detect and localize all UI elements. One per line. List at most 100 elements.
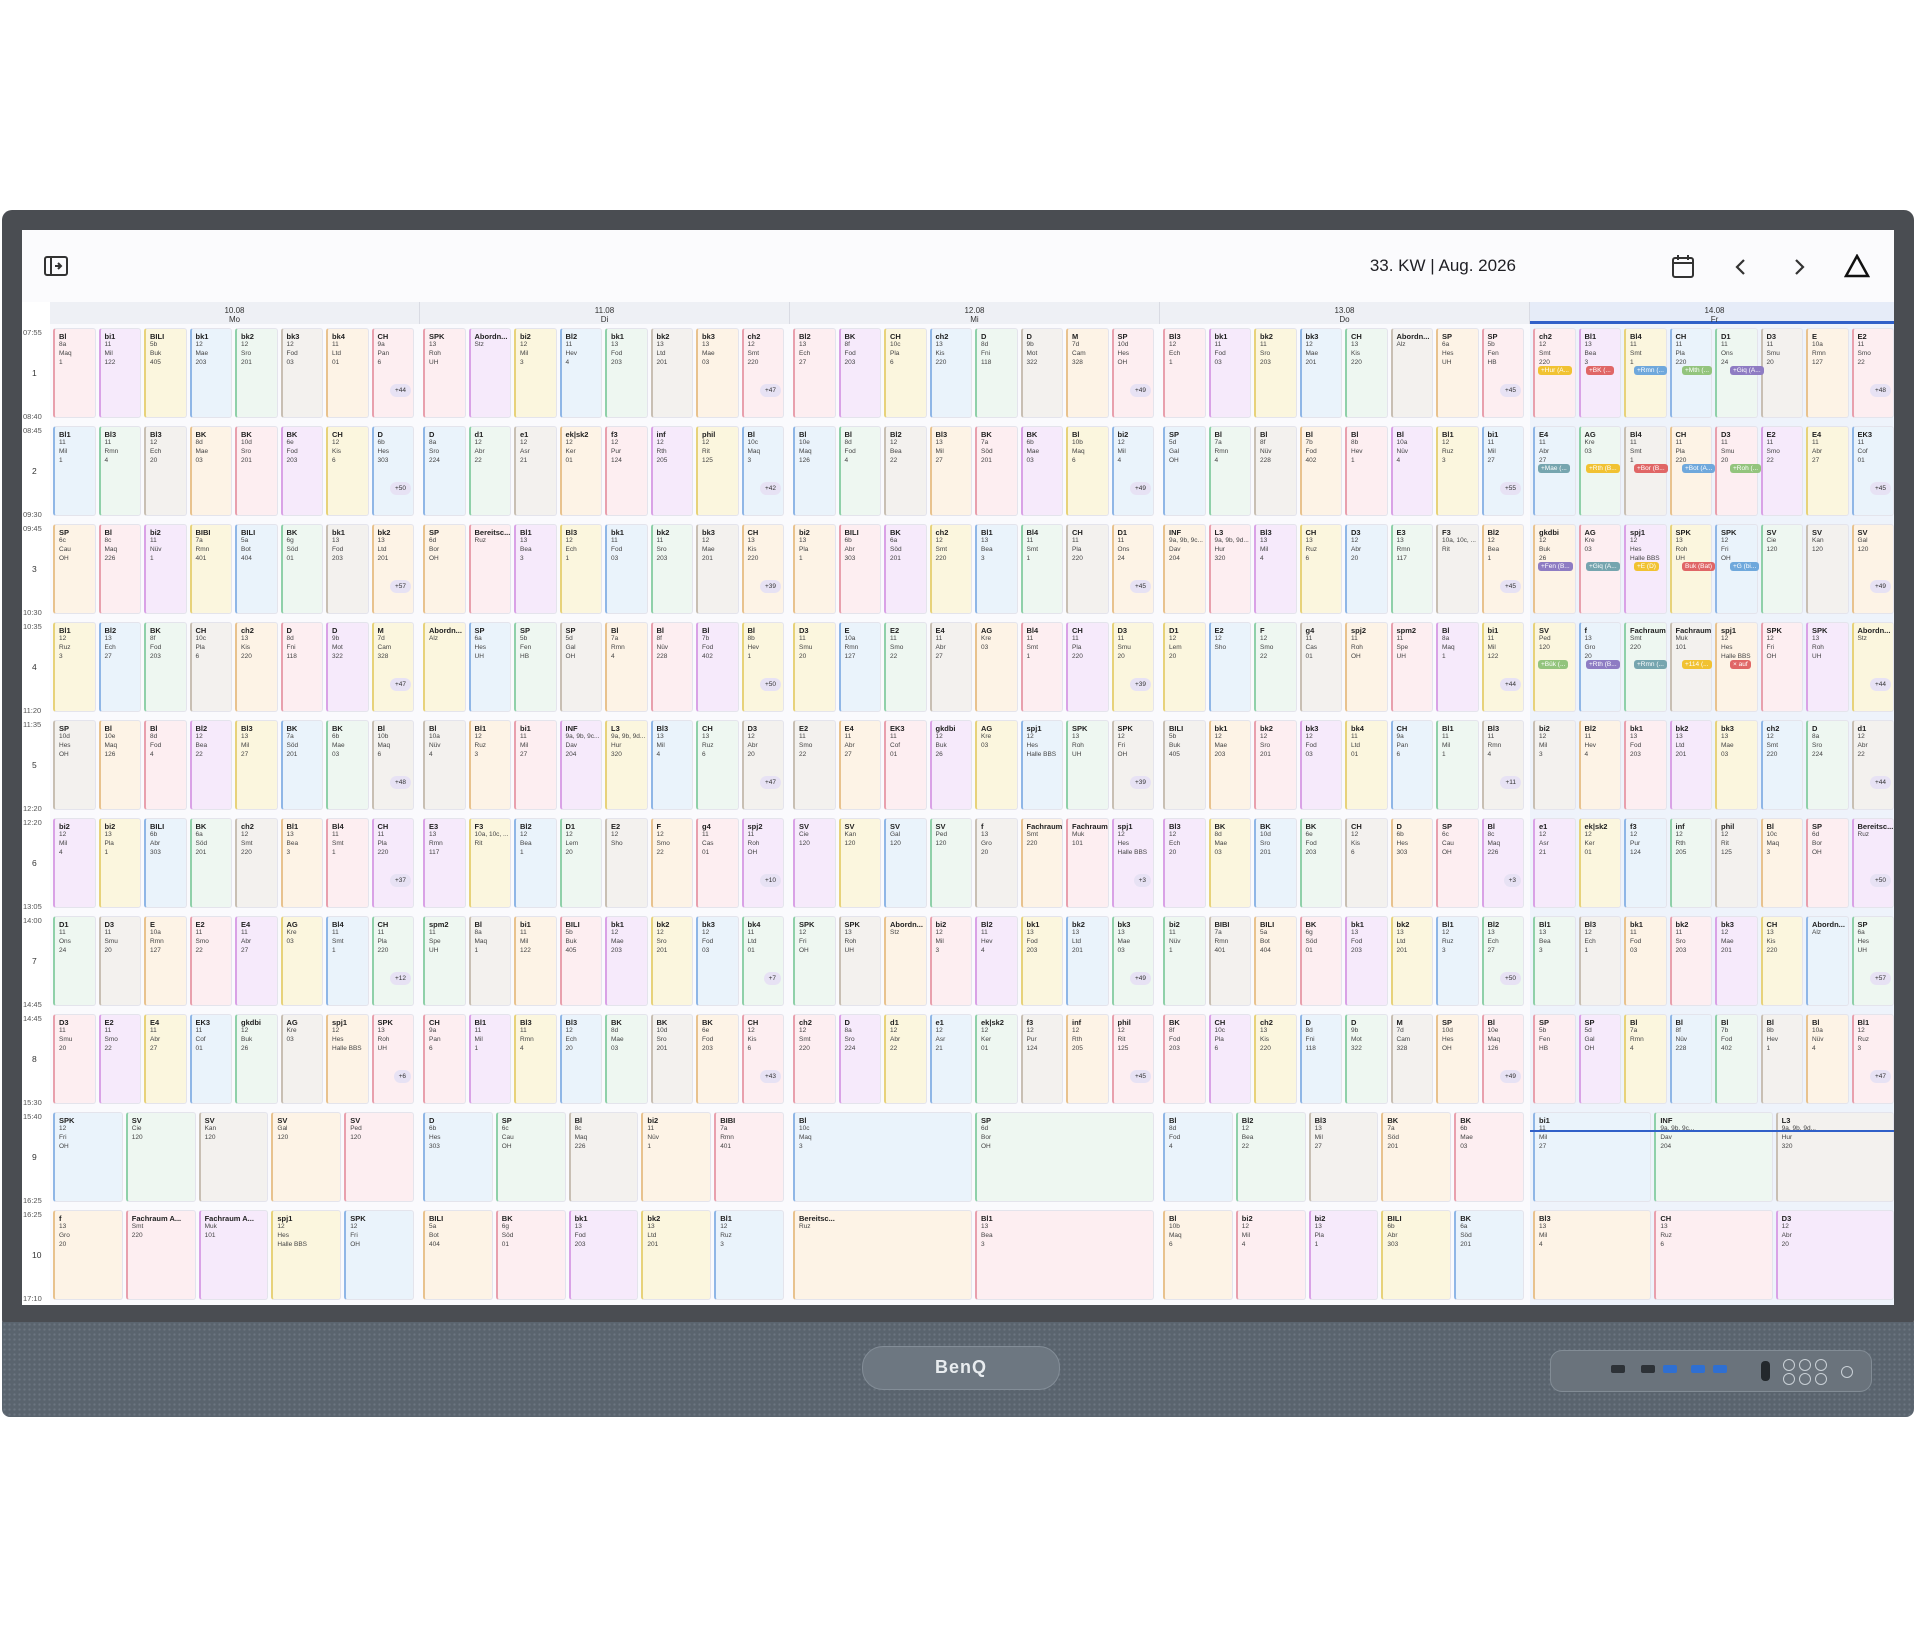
lesson-card[interactable]: Bl1 12 Ruz 3 [714, 1210, 784, 1300]
lesson-card[interactable]: d1 12 Abr 22 [884, 1014, 927, 1104]
lesson-card[interactable]: Bl 8d Fod 4 [144, 720, 187, 810]
lesson-card[interactable]: Bl 10c Maq 3 [1760, 818, 1803, 908]
lesson-card[interactable]: E2 11 Smo 22 [189, 916, 232, 1006]
lesson-card[interactable]: E4 11 Abr 27 [1806, 426, 1849, 516]
lesson-card[interactable]: SP 6a Hes UH [1436, 328, 1479, 418]
more-lessons-badge[interactable]: +57 [1869, 972, 1891, 985]
lesson-card[interactable]: BILI 5b Buk 405 [1163, 720, 1206, 810]
lesson-card[interactable]: Bl4 11 Smt 1 [326, 916, 369, 1006]
lesson-card[interactable]: bk1 13 Fod 203 [1345, 916, 1388, 1006]
lesson-card[interactable]: BK 7a Söd 201 [280, 720, 323, 810]
lesson-card[interactable]: gkdbi 12 Buk 26 [235, 1014, 278, 1104]
lesson-card[interactable]: CH 12 Kis 6 [1345, 818, 1388, 908]
lesson-card[interactable]: Bl3 12 Ech 20 [1163, 818, 1206, 908]
lesson-card[interactable]: D3 11 Smu 20 [1760, 328, 1803, 418]
more-lessons-badge[interactable]: +37 [389, 874, 411, 887]
lesson-card[interactable]: E2 11 Smo 22 [98, 1014, 141, 1104]
lesson-card[interactable]: Bl 7a Rmn 4 [605, 622, 648, 712]
control-button[interactable] [1841, 1366, 1853, 1378]
lesson-card[interactable]: Bl 8c Maq 226 +3 [1481, 818, 1524, 908]
lesson-card[interactable]: BK 8f Fod 203 [838, 328, 881, 418]
lesson-card[interactable]: Bl 8a Maq 1 [53, 328, 96, 418]
lesson-card[interactable]: Abordn... Stz [468, 328, 511, 418]
lesson-card[interactable]: Bl 8f Nüv 228 [1254, 426, 1297, 516]
lesson-card[interactable]: bk4 11 Ltd 01 [326, 328, 369, 418]
lesson-card[interactable]: bk1 12 Mae 203 [189, 328, 232, 418]
lesson-card[interactable]: SV Gal 120 [884, 818, 927, 908]
lesson-card[interactable]: f 13 Gro 20 [975, 818, 1018, 908]
lesson-card[interactable]: ch2 12 Smt 220 [793, 1014, 836, 1104]
lesson-card[interactable]: CH 11 Pla 220 +12 [371, 916, 414, 1006]
lesson-card[interactable]: D1 12 Lem 20 [1163, 622, 1206, 712]
lesson-card[interactable]: CH 13 Ruz 6 [1654, 1210, 1773, 1300]
lesson-card[interactable]: bi1 11 Mil 27 [514, 720, 557, 810]
calendar-icon[interactable] [1672, 254, 1694, 283]
lesson-card[interactable]: Bl1 11 Mil 1 [53, 426, 96, 516]
lesson-card[interactable]: SPK 12 Fri OH [344, 1210, 414, 1300]
more-lessons-badge[interactable]: +49 [1129, 972, 1151, 985]
lesson-card[interactable]: Bl3 12 Ech 1 [559, 524, 602, 614]
lesson-card[interactable]: d1 12 Abr 22 [468, 426, 511, 516]
lesson-card[interactable]: Bl3 11 Rmn 4 +11 [1481, 720, 1524, 810]
lesson-card[interactable]: Bl1 13 Bea 3 [280, 818, 323, 908]
lesson-card[interactable]: BK 7a Söd 201 [1381, 1112, 1452, 1202]
lesson-card[interactable]: E2 11 Smo 22 [1760, 426, 1803, 516]
lesson-card[interactable]: bk3 12 Mae 201 [1299, 328, 1342, 418]
lesson-card[interactable]: SV Cie 120 [793, 818, 836, 908]
lesson-card[interactable]: Bl 8f Nüv 228 [650, 622, 693, 712]
substitution-chip[interactable]: +Rth (B... [1586, 464, 1620, 473]
lesson-card[interactable]: SPK 12 Fri OH +39 [1111, 720, 1154, 810]
lesson-card[interactable]: g4 11 Cas 01 [696, 818, 739, 908]
lesson-card[interactable]: Bl2 12 Bea 22 [884, 426, 927, 516]
lesson-card[interactable]: E3 13 Rmn 117 [1390, 524, 1433, 614]
lesson-card[interactable]: bi2 12 Mil 4 [53, 818, 96, 908]
lesson-card[interactable]: M 7d Cam 328 [1066, 328, 1109, 418]
lesson-card[interactable]: Fachraum A...Muk101 [198, 1210, 269, 1300]
lesson-card[interactable]: bi2 11 Nüv 1 [144, 524, 187, 614]
lesson-card[interactable]: CH 10c Pla 6 [1208, 1014, 1251, 1104]
lesson-card[interactable]: Bl 8b Hev 1 [1760, 1014, 1803, 1104]
lesson-card[interactable]: bi1 11 Mil 122 [98, 328, 141, 418]
substitution-chip[interactable]: +Roh (... [1730, 464, 1762, 473]
lesson-card[interactable]: E2 11 Smo 22 +48 [1851, 328, 1894, 418]
lesson-card[interactable]: Bl 8c Maq 226 [568, 1112, 639, 1202]
lesson-card[interactable]: e1 12 Asr 21 [929, 1014, 972, 1104]
lesson-card[interactable]: bk1 11 Fod 03 [1208, 328, 1251, 418]
substitution-chip[interactable]: Buk (Bat) [1682, 562, 1716, 571]
lesson-card[interactable]: ch2 12 Smt 220 [1760, 720, 1803, 810]
lesson-card[interactable]: E 10a Rmn 127 [144, 916, 187, 1006]
lesson-card[interactable]: phil 12 Rit 125 [1715, 818, 1758, 908]
lesson-card[interactable]: BILI 6b Abr 303 [144, 818, 187, 908]
lesson-card[interactable]: D 8a Sro 224 [838, 1014, 881, 1104]
lesson-card[interactable]: bk1 13 Fod 203 [1020, 916, 1063, 1006]
lesson-card[interactable]: bk3 13 Mae 03 [1715, 720, 1758, 810]
substitution-chip[interactable]: +Mae (... [1538, 464, 1570, 473]
lesson-card[interactable]: BK 6b Mae 03 [1020, 426, 1063, 516]
lesson-card[interactable]: E4 11 Abr 27 [235, 916, 278, 1006]
warning-triangle-icon[interactable] [1843, 253, 1871, 283]
chevron-right-icon[interactable] [1792, 258, 1806, 281]
more-lessons-badge[interactable]: +39 [759, 580, 781, 593]
lesson-card[interactable]: bk2 12 Sro 201 [650, 916, 693, 1006]
lesson-card[interactable]: SV Kan 120 [198, 1112, 269, 1202]
substitution-chip[interactable]: +Giq (A... [1586, 562, 1620, 571]
lesson-card[interactable]: Bl 10a Nüv 4 [423, 720, 466, 810]
lesson-card[interactable]: bi2 13 Pla 1 [98, 818, 141, 908]
lesson-card[interactable]: SP 5b Fen HB [514, 622, 557, 712]
lesson-card[interactable]: bk1 13 Fod 203 [326, 524, 369, 614]
lesson-card[interactable]: SP 5b Fen HB +45 [1481, 328, 1524, 418]
lesson-card[interactable]: f3 12 Pur 124 [605, 426, 648, 516]
lesson-card[interactable]: Fachraum A...Muk101 [1066, 818, 1109, 908]
lesson-card[interactable]: Bl2 11 Hev 4 [975, 916, 1018, 1006]
lesson-card[interactable]: ch2 12 Smt 220 [235, 818, 278, 908]
lesson-card[interactable]: BK 10d Sro 201 [650, 1014, 693, 1104]
more-lessons-badge[interactable]: +45 [1869, 482, 1891, 495]
lesson-card[interactable]: BK 8f Fod 203 [144, 622, 187, 712]
lesson-card[interactable]: EK3 11 Cof 01 [884, 720, 927, 810]
lesson-card[interactable]: d1 12 Abr 22 +44 [1851, 720, 1894, 810]
more-lessons-badge[interactable]: +10 [759, 874, 781, 887]
lesson-card[interactable]: D3 12 Abr 20 +47 [741, 720, 784, 810]
lesson-card[interactable]: CH 13 Ruz 6 [1299, 524, 1342, 614]
lesson-card[interactable]: Bl 10e Maq 126 [98, 720, 141, 810]
lesson-card[interactable]: INF 9a, 9b, 9c... Dav 204 [559, 720, 602, 810]
